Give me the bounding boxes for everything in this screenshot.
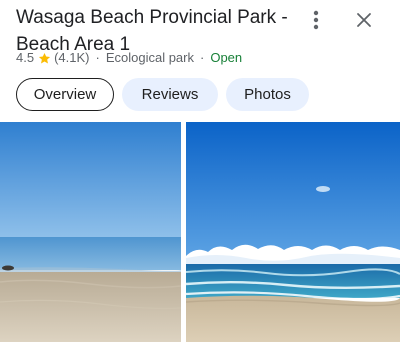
close-icon <box>356 12 372 33</box>
photo-thumbnail[interactable] <box>186 122 400 342</box>
beach-photo-image <box>186 122 400 342</box>
tab-overview[interactable]: Overview <box>16 78 114 111</box>
star-icon <box>38 52 51 65</box>
more-options-button[interactable] <box>302 8 330 36</box>
open-status: Open <box>210 50 243 65</box>
tab-photos[interactable]: Photos <box>226 78 309 111</box>
tab-reviews[interactable]: Reviews <box>122 78 218 111</box>
tab-bar: Overview Reviews Photos <box>16 78 309 111</box>
place-meta: 4.5 (4.1K) · Ecological park · Open <box>16 49 242 67</box>
place-sheet: Wasaga Beach Provincial Park - Beach Are… <box>0 0 400 342</box>
meta-separator: · <box>199 50 205 65</box>
photo-thumbnail[interactable] <box>0 122 181 342</box>
meta-separator: · <box>95 50 100 65</box>
place-category: Ecological park <box>105 50 194 65</box>
close-button[interactable] <box>350 8 378 36</box>
beach-photo-image <box>0 122 181 342</box>
review-count[interactable]: (4.1K) <box>54 49 89 67</box>
rating-value: 4.5 <box>16 50 35 65</box>
more-vert-icon <box>313 10 319 35</box>
